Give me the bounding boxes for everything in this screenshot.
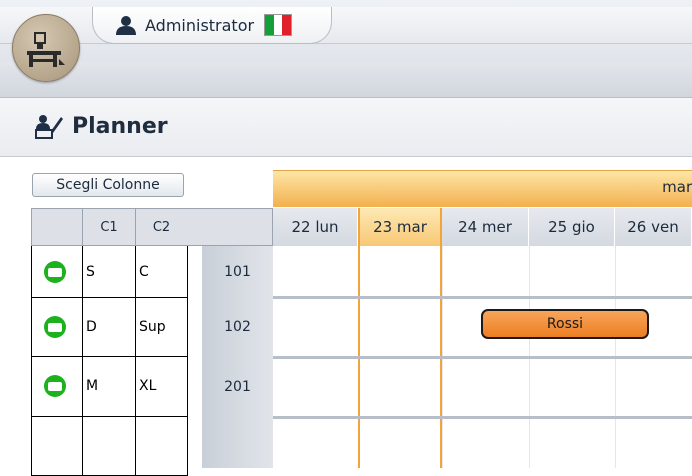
- status-column-header[interactable]: [31, 208, 83, 246]
- occupied-status-icon: [44, 261, 66, 283]
- user-tab[interactable]: Administrator: [92, 7, 332, 44]
- c1-cell[interactable]: D: [82, 297, 136, 357]
- user-name: Administrator: [145, 15, 255, 35]
- day-header[interactable]: 26 ven: [615, 208, 692, 246]
- choose-columns-button[interactable]: Scegli Colonne: [32, 173, 184, 197]
- column-header-c1[interactable]: C1: [82, 208, 136, 246]
- occupied-status-icon: [44, 375, 66, 397]
- app-menu-button[interactable]: [12, 14, 80, 82]
- month-bar: marz: [273, 170, 692, 207]
- month-label: marz: [662, 178, 692, 196]
- c2-cell[interactable]: XL: [135, 356, 188, 417]
- status-cell[interactable]: [31, 416, 83, 476]
- status-cell[interactable]: [31, 356, 83, 417]
- user-icon: [116, 16, 136, 35]
- day-header[interactable]: 24 mer: [442, 208, 529, 246]
- room-column-header: [187, 208, 273, 246]
- room-cell[interactable]: 201: [202, 356, 273, 417]
- booking-bar[interactable]: Rossi: [481, 309, 649, 339]
- c2-cell[interactable]: [135, 416, 188, 476]
- hotel-desk-icon: [27, 32, 65, 67]
- status-cell[interactable]: [31, 297, 83, 357]
- status-cell[interactable]: [31, 246, 83, 298]
- planner-icon: [35, 115, 63, 139]
- menu-bar: [0, 62, 692, 98]
- row-divider: [273, 416, 692, 419]
- c2-cell[interactable]: Sup: [135, 297, 188, 357]
- row-divider: [273, 296, 692, 299]
- c1-cell[interactable]: [82, 416, 136, 476]
- day-header-today[interactable]: 23 mar: [358, 208, 442, 246]
- room-cell[interactable]: 102: [202, 297, 273, 357]
- room-cell[interactable]: [202, 416, 273, 468]
- occupied-status-icon: [44, 316, 66, 338]
- column-header-c2[interactable]: C2: [135, 208, 188, 246]
- room-cell[interactable]: 101: [202, 246, 273, 298]
- row-divider: [273, 356, 692, 359]
- c1-cell[interactable]: M: [82, 356, 136, 417]
- day-header[interactable]: 25 gio: [529, 208, 615, 246]
- day-header[interactable]: 22 lun: [273, 208, 358, 246]
- italy-flag-icon[interactable]: [264, 14, 293, 36]
- c2-cell[interactable]: C: [135, 246, 188, 298]
- page-title: Planner: [72, 114, 168, 139]
- c1-cell[interactable]: S: [82, 246, 136, 298]
